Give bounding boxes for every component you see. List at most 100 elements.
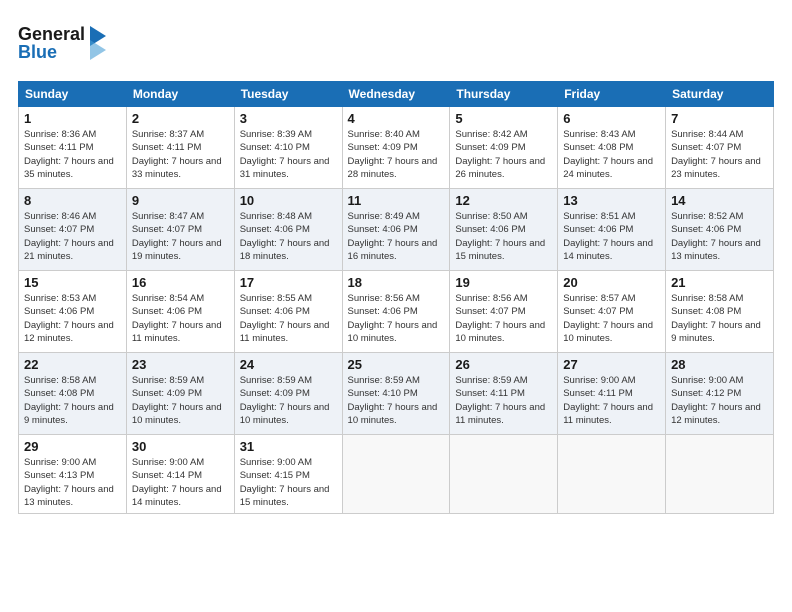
day-info: Sunrise: 8:39 AMSunset: 4:10 PMDaylight:… bbox=[240, 129, 330, 180]
calendar-cell-5-4 bbox=[342, 435, 450, 514]
calendar-cell-5-7 bbox=[666, 435, 774, 514]
day-number: 24 bbox=[240, 357, 337, 372]
calendar-cell-4-1: 22 Sunrise: 8:58 AMSunset: 4:08 PMDaylig… bbox=[19, 353, 127, 435]
day-number: 11 bbox=[348, 193, 445, 208]
day-info: Sunrise: 9:00 AMSunset: 4:14 PMDaylight:… bbox=[132, 457, 222, 508]
calendar-cell-2-7: 14 Sunrise: 8:52 AMSunset: 4:06 PMDaylig… bbox=[666, 189, 774, 271]
weekday-header-wednesday: Wednesday bbox=[342, 82, 450, 107]
calendar-cell-1-3: 3 Sunrise: 8:39 AMSunset: 4:10 PMDayligh… bbox=[234, 107, 342, 189]
day-info: Sunrise: 8:59 AMSunset: 4:09 PMDaylight:… bbox=[132, 375, 222, 426]
weekday-header-monday: Monday bbox=[126, 82, 234, 107]
day-info: Sunrise: 9:00 AMSunset: 4:11 PMDaylight:… bbox=[563, 375, 653, 426]
calendar-cell-3-2: 16 Sunrise: 8:54 AMSunset: 4:06 PMDaylig… bbox=[126, 271, 234, 353]
calendar-cell-5-1: 29 Sunrise: 9:00 AMSunset: 4:13 PMDaylig… bbox=[19, 435, 127, 514]
day-number: 12 bbox=[455, 193, 552, 208]
svg-text:Blue: Blue bbox=[18, 42, 57, 62]
day-number: 27 bbox=[563, 357, 660, 372]
day-info: Sunrise: 8:37 AMSunset: 4:11 PMDaylight:… bbox=[132, 129, 222, 180]
day-number: 15 bbox=[24, 275, 121, 290]
day-number: 22 bbox=[24, 357, 121, 372]
day-number: 10 bbox=[240, 193, 337, 208]
calendar-cell-5-5 bbox=[450, 435, 558, 514]
calendar-cell-4-4: 25 Sunrise: 8:59 AMSunset: 4:10 PMDaylig… bbox=[342, 353, 450, 435]
day-number: 30 bbox=[132, 439, 229, 454]
day-number: 14 bbox=[671, 193, 768, 208]
day-number: 21 bbox=[671, 275, 768, 290]
calendar-cell-4-3: 24 Sunrise: 8:59 AMSunset: 4:09 PMDaylig… bbox=[234, 353, 342, 435]
day-number: 29 bbox=[24, 439, 121, 454]
calendar-cell-3-6: 20 Sunrise: 8:57 AMSunset: 4:07 PMDaylig… bbox=[558, 271, 666, 353]
day-number: 9 bbox=[132, 193, 229, 208]
calendar-cell-4-2: 23 Sunrise: 8:59 AMSunset: 4:09 PMDaylig… bbox=[126, 353, 234, 435]
calendar-cell-1-2: 2 Sunrise: 8:37 AMSunset: 4:11 PMDayligh… bbox=[126, 107, 234, 189]
day-number: 3 bbox=[240, 111, 337, 126]
calendar-cell-2-5: 12 Sunrise: 8:50 AMSunset: 4:06 PMDaylig… bbox=[450, 189, 558, 271]
calendar-cell-4-7: 28 Sunrise: 9:00 AMSunset: 4:12 PMDaylig… bbox=[666, 353, 774, 435]
weekday-header-friday: Friday bbox=[558, 82, 666, 107]
day-info: Sunrise: 8:56 AMSunset: 4:06 PMDaylight:… bbox=[348, 293, 438, 344]
calendar-cell-3-5: 19 Sunrise: 8:56 AMSunset: 4:07 PMDaylig… bbox=[450, 271, 558, 353]
day-info: Sunrise: 8:51 AMSunset: 4:06 PMDaylight:… bbox=[563, 211, 653, 262]
day-number: 20 bbox=[563, 275, 660, 290]
day-number: 17 bbox=[240, 275, 337, 290]
calendar-cell-5-3: 31 Sunrise: 9:00 AMSunset: 4:15 PMDaylig… bbox=[234, 435, 342, 514]
header: General Blue bbox=[18, 18, 774, 71]
svg-text:General: General bbox=[18, 24, 85, 44]
calendar-cell-2-4: 11 Sunrise: 8:49 AMSunset: 4:06 PMDaylig… bbox=[342, 189, 450, 271]
calendar-cell-1-5: 5 Sunrise: 8:42 AMSunset: 4:09 PMDayligh… bbox=[450, 107, 558, 189]
day-info: Sunrise: 8:48 AMSunset: 4:06 PMDaylight:… bbox=[240, 211, 330, 262]
weekday-header-saturday: Saturday bbox=[666, 82, 774, 107]
calendar-cell-4-6: 27 Sunrise: 9:00 AMSunset: 4:11 PMDaylig… bbox=[558, 353, 666, 435]
calendar-table: SundayMondayTuesdayWednesdayThursdayFrid… bbox=[18, 81, 774, 514]
day-info: Sunrise: 8:55 AMSunset: 4:06 PMDaylight:… bbox=[240, 293, 330, 344]
calendar-row-4: 22 Sunrise: 8:58 AMSunset: 4:08 PMDaylig… bbox=[19, 353, 774, 435]
calendar-cell-3-1: 15 Sunrise: 8:53 AMSunset: 4:06 PMDaylig… bbox=[19, 271, 127, 353]
day-info: Sunrise: 8:44 AMSunset: 4:07 PMDaylight:… bbox=[671, 129, 761, 180]
day-info: Sunrise: 8:53 AMSunset: 4:06 PMDaylight:… bbox=[24, 293, 114, 344]
day-info: Sunrise: 9:00 AMSunset: 4:13 PMDaylight:… bbox=[24, 457, 114, 508]
calendar-cell-1-4: 4 Sunrise: 8:40 AMSunset: 4:09 PMDayligh… bbox=[342, 107, 450, 189]
day-info: Sunrise: 9:00 AMSunset: 4:12 PMDaylight:… bbox=[671, 375, 761, 426]
day-number: 19 bbox=[455, 275, 552, 290]
day-number: 13 bbox=[563, 193, 660, 208]
day-number: 31 bbox=[240, 439, 337, 454]
day-info: Sunrise: 8:46 AMSunset: 4:07 PMDaylight:… bbox=[24, 211, 114, 262]
day-info: Sunrise: 8:36 AMSunset: 4:11 PMDaylight:… bbox=[24, 129, 114, 180]
logo-svg: General Blue bbox=[18, 18, 108, 66]
day-info: Sunrise: 9:00 AMSunset: 4:15 PMDaylight:… bbox=[240, 457, 330, 508]
logo: General Blue bbox=[18, 18, 108, 71]
calendar-cell-1-7: 7 Sunrise: 8:44 AMSunset: 4:07 PMDayligh… bbox=[666, 107, 774, 189]
day-number: 26 bbox=[455, 357, 552, 372]
calendar-cell-1-1: 1 Sunrise: 8:36 AMSunset: 4:11 PMDayligh… bbox=[19, 107, 127, 189]
day-info: Sunrise: 8:42 AMSunset: 4:09 PMDaylight:… bbox=[455, 129, 545, 180]
day-info: Sunrise: 8:50 AMSunset: 4:06 PMDaylight:… bbox=[455, 211, 545, 262]
calendar-cell-5-2: 30 Sunrise: 9:00 AMSunset: 4:14 PMDaylig… bbox=[126, 435, 234, 514]
page: General Blue SundayMondayTuesdayWednesda… bbox=[0, 0, 792, 612]
day-info: Sunrise: 8:59 AMSunset: 4:11 PMDaylight:… bbox=[455, 375, 545, 426]
day-info: Sunrise: 8:49 AMSunset: 4:06 PMDaylight:… bbox=[348, 211, 438, 262]
calendar-cell-2-1: 8 Sunrise: 8:46 AMSunset: 4:07 PMDayligh… bbox=[19, 189, 127, 271]
day-number: 1 bbox=[24, 111, 121, 126]
day-info: Sunrise: 8:40 AMSunset: 4:09 PMDaylight:… bbox=[348, 129, 438, 180]
day-info: Sunrise: 8:54 AMSunset: 4:06 PMDaylight:… bbox=[132, 293, 222, 344]
day-number: 25 bbox=[348, 357, 445, 372]
day-number: 4 bbox=[348, 111, 445, 126]
calendar-row-3: 15 Sunrise: 8:53 AMSunset: 4:06 PMDaylig… bbox=[19, 271, 774, 353]
calendar-row-1: 1 Sunrise: 8:36 AMSunset: 4:11 PMDayligh… bbox=[19, 107, 774, 189]
day-info: Sunrise: 8:43 AMSunset: 4:08 PMDaylight:… bbox=[563, 129, 653, 180]
calendar-cell-3-3: 17 Sunrise: 8:55 AMSunset: 4:06 PMDaylig… bbox=[234, 271, 342, 353]
calendar-row-5: 29 Sunrise: 9:00 AMSunset: 4:13 PMDaylig… bbox=[19, 435, 774, 514]
calendar-cell-5-6 bbox=[558, 435, 666, 514]
weekday-header-thursday: Thursday bbox=[450, 82, 558, 107]
weekday-header-tuesday: Tuesday bbox=[234, 82, 342, 107]
day-number: 18 bbox=[348, 275, 445, 290]
day-info: Sunrise: 8:56 AMSunset: 4:07 PMDaylight:… bbox=[455, 293, 545, 344]
weekday-header-row: SundayMondayTuesdayWednesdayThursdayFrid… bbox=[19, 82, 774, 107]
weekday-header-sunday: Sunday bbox=[19, 82, 127, 107]
day-number: 2 bbox=[132, 111, 229, 126]
calendar-cell-4-5: 26 Sunrise: 8:59 AMSunset: 4:11 PMDaylig… bbox=[450, 353, 558, 435]
day-number: 8 bbox=[24, 193, 121, 208]
day-info: Sunrise: 8:47 AMSunset: 4:07 PMDaylight:… bbox=[132, 211, 222, 262]
day-info: Sunrise: 8:59 AMSunset: 4:10 PMDaylight:… bbox=[348, 375, 438, 426]
day-info: Sunrise: 8:58 AMSunset: 4:08 PMDaylight:… bbox=[671, 293, 761, 344]
